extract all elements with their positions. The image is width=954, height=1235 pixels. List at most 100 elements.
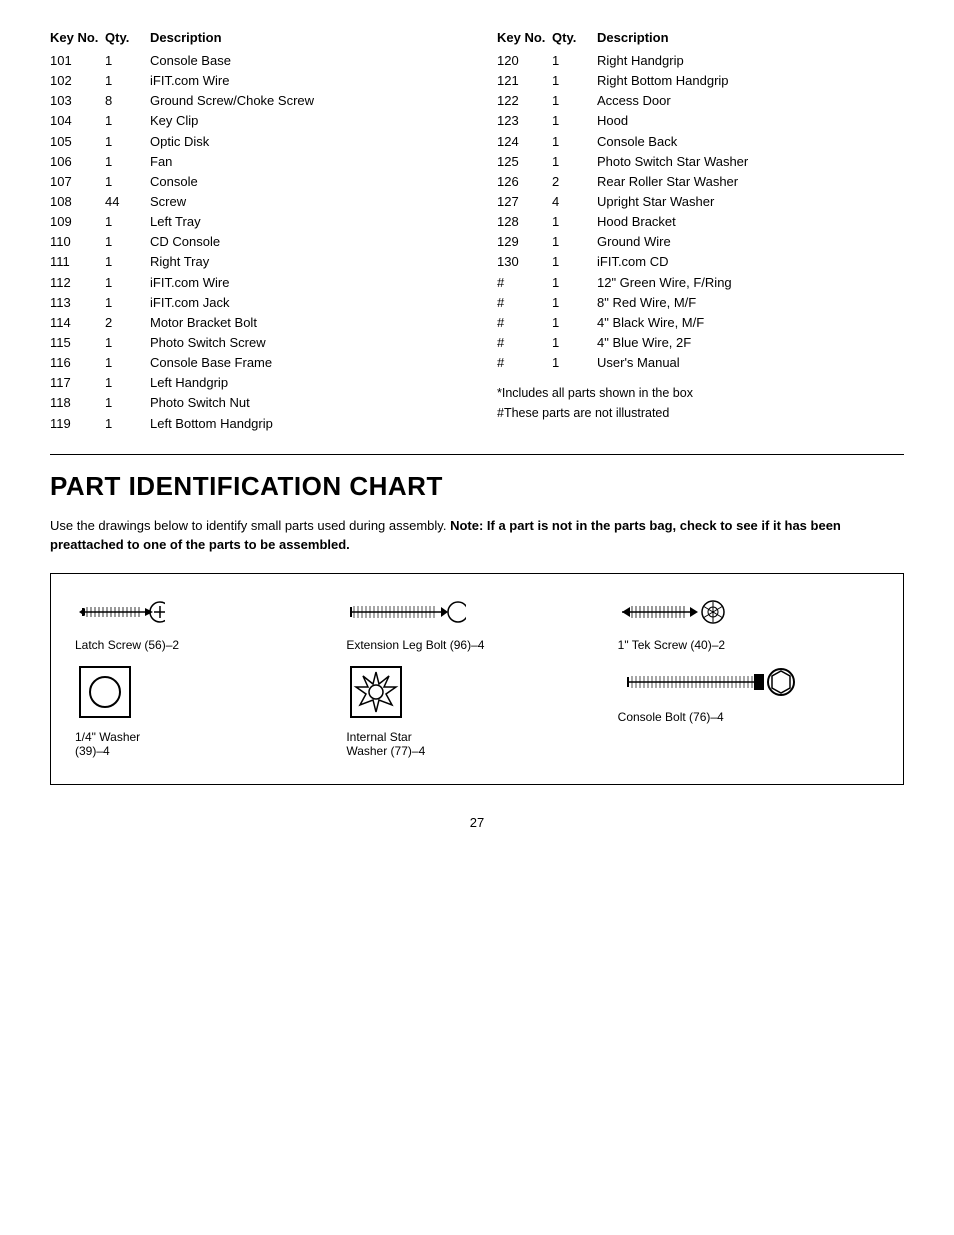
table-row: 10844Screw bbox=[50, 192, 457, 212]
table-row: 1131iFIT.com Jack bbox=[50, 293, 457, 313]
table-row: 1011Console Base bbox=[50, 51, 457, 71]
parts-left-column: Key No. Qty. Description 1011Console Bas… bbox=[50, 30, 457, 434]
row-desc: Right Bottom Handgrip bbox=[597, 71, 904, 91]
extension-bolt-label: Extension Leg Bolt (96)–4 bbox=[346, 638, 484, 652]
row-keyno: # bbox=[497, 273, 552, 293]
right-rows-container: 1201Right Handgrip1211Right Bottom Handg… bbox=[497, 51, 904, 373]
row-keyno: 123 bbox=[497, 111, 552, 131]
row-qty: 1 bbox=[105, 333, 150, 353]
row-qty: 1 bbox=[552, 71, 597, 91]
table-row: 1181Photo Switch Nut bbox=[50, 393, 457, 413]
row-keyno: 110 bbox=[50, 232, 105, 252]
row-keyno: 120 bbox=[497, 51, 552, 71]
console-bolt-label: Console Bolt (76)–4 bbox=[618, 710, 724, 724]
star-washer-visual bbox=[346, 662, 406, 722]
row-desc: Motor Bracket Bolt bbox=[150, 313, 457, 333]
parts-right-column: Key No. Qty. Description 1201Right Handg… bbox=[497, 30, 904, 434]
row-desc: iFIT.com CD bbox=[597, 252, 904, 272]
row-keyno: # bbox=[497, 353, 552, 373]
row-qty: 1 bbox=[105, 212, 150, 232]
footnote-hash: #These parts are not illustrated bbox=[497, 403, 904, 423]
table-row: 1101CD Console bbox=[50, 232, 457, 252]
row-keyno: 111 bbox=[50, 252, 105, 272]
row-desc: Rear Roller Star Washer bbox=[597, 172, 904, 192]
diagram-washer: 1/4" Washer(39)–4 bbox=[75, 662, 336, 758]
row-keyno: # bbox=[497, 293, 552, 313]
row-keyno: 130 bbox=[497, 252, 552, 272]
table-row: #14" Blue Wire, 2F bbox=[497, 333, 904, 353]
row-desc: 12" Green Wire, F/Ring bbox=[597, 273, 904, 293]
row-desc: Key Clip bbox=[150, 111, 457, 131]
row-keyno: 105 bbox=[50, 132, 105, 152]
table-row: #18" Red Wire, M/F bbox=[497, 293, 904, 313]
row-desc: Hood Bracket bbox=[597, 212, 904, 232]
table-row: 1251Photo Switch Star Washer bbox=[497, 152, 904, 172]
row-keyno: 129 bbox=[497, 232, 552, 252]
row-desc: Photo Switch Star Washer bbox=[597, 152, 904, 172]
row-keyno: 113 bbox=[50, 293, 105, 313]
washer-svg bbox=[75, 662, 135, 722]
pic-title: PART IDENTIFICATION CHART bbox=[50, 471, 904, 502]
parts-diagram-box: Latch Screw (56)–2 bbox=[50, 573, 904, 785]
row-qty: 1 bbox=[552, 293, 597, 313]
row-keyno: 119 bbox=[50, 414, 105, 434]
pic-note: Use the drawings below to identify small… bbox=[50, 516, 904, 555]
row-qty: 2 bbox=[105, 313, 150, 333]
table-row: 1171Left Handgrip bbox=[50, 373, 457, 393]
console-bolt-visual bbox=[618, 662, 798, 702]
table-row: 1151Photo Switch Screw bbox=[50, 333, 457, 353]
extension-bolt-visual bbox=[346, 594, 466, 630]
table-row: 1142Motor Bracket Bolt bbox=[50, 313, 457, 333]
row-keyno: 117 bbox=[50, 373, 105, 393]
header-keyno-right: Key No. bbox=[497, 30, 552, 45]
row-keyno: 115 bbox=[50, 333, 105, 353]
row-desc: Left Handgrip bbox=[150, 373, 457, 393]
latch-screw-label: Latch Screw (56)–2 bbox=[75, 638, 179, 652]
page-number: 27 bbox=[50, 815, 904, 830]
row-qty: 1 bbox=[552, 313, 597, 333]
table-row: 1231Hood bbox=[497, 111, 904, 131]
parts-table-section: Key No. Qty. Description 1011Console Bas… bbox=[50, 30, 904, 434]
diagram-star-washer: Internal StarWasher (77)–4 bbox=[346, 662, 607, 758]
table-row: 1201Right Handgrip bbox=[497, 51, 904, 71]
table-row: #112" Green Wire, F/Ring bbox=[497, 273, 904, 293]
table-row: 1291Ground Wire bbox=[497, 232, 904, 252]
footnote-asterisk: *Includes all parts shown in the box bbox=[497, 383, 904, 403]
row-qty: 4 bbox=[552, 192, 597, 212]
row-desc: iFIT.com Jack bbox=[150, 293, 457, 313]
row-keyno: 127 bbox=[497, 192, 552, 212]
row-qty: 1 bbox=[105, 414, 150, 434]
table-row: 1038Ground Screw/Choke Screw bbox=[50, 91, 457, 111]
row-desc: Photo Switch Nut bbox=[150, 393, 457, 413]
row-keyno: 114 bbox=[50, 313, 105, 333]
row-keyno: 122 bbox=[497, 91, 552, 111]
diagram-extension-bolt: Extension Leg Bolt (96)–4 bbox=[346, 594, 607, 652]
pic-section: PART IDENTIFICATION CHART Use the drawin… bbox=[50, 471, 904, 785]
row-desc: 4" Black Wire, M/F bbox=[597, 313, 904, 333]
row-qty: 1 bbox=[552, 91, 597, 111]
row-qty: 1 bbox=[105, 393, 150, 413]
row-keyno: 116 bbox=[50, 353, 105, 373]
row-qty: 1 bbox=[552, 333, 597, 353]
row-keyno: 106 bbox=[50, 152, 105, 172]
tek-screw-svg bbox=[618, 594, 728, 630]
row-qty: 1 bbox=[105, 273, 150, 293]
row-keyno: 125 bbox=[497, 152, 552, 172]
latch-screw-visual bbox=[75, 594, 165, 630]
row-keyno: # bbox=[497, 333, 552, 353]
row-qty: 1 bbox=[105, 293, 150, 313]
left-rows-container: 1011Console Base1021iFIT.com Wire1038Gro… bbox=[50, 51, 457, 434]
extension-bolt-svg bbox=[346, 594, 466, 630]
row-keyno: 103 bbox=[50, 91, 105, 111]
row-qty: 1 bbox=[552, 132, 597, 152]
row-keyno: 126 bbox=[497, 172, 552, 192]
row-desc: Console Base bbox=[150, 51, 457, 71]
row-qty: 1 bbox=[552, 353, 597, 373]
table-row: 1241Console Back bbox=[497, 132, 904, 152]
row-qty: 1 bbox=[105, 71, 150, 91]
table-row: 1262Rear Roller Star Washer bbox=[497, 172, 904, 192]
row-qty: 1 bbox=[552, 273, 597, 293]
tek-screw-visual bbox=[618, 594, 728, 630]
table-row: 1211Right Bottom Handgrip bbox=[497, 71, 904, 91]
row-desc: iFIT.com Wire bbox=[150, 71, 457, 91]
